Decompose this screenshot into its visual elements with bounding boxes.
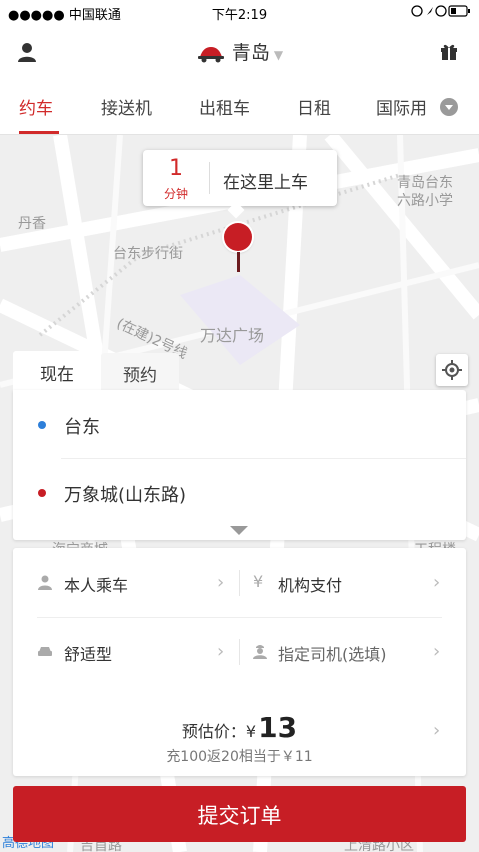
location-pin-stem: [237, 252, 240, 272]
city-name: 青岛: [231, 42, 270, 64]
eta-unit: 分钟: [163, 187, 188, 201]
eta-value: 1: [169, 156, 183, 181]
driver-icon: [253, 645, 267, 659]
tab-reserve[interactable]: 预约: [101, 353, 179, 391]
map-label: 丹香: [18, 216, 46, 232]
locate-me-button[interactable]: [436, 354, 468, 386]
chevron-right-icon: ›: [433, 641, 441, 662]
destination-dot-icon: [38, 489, 46, 497]
passenger-option[interactable]: 本人乘车: [64, 572, 128, 596]
tab-airport[interactable]: 接送机: [101, 94, 152, 119]
tab-daily-rental[interactable]: 日租: [297, 94, 331, 119]
tab-international[interactable]: 国际用: [376, 94, 432, 119]
ride-options-card: 本人乘车 › ¥ 机构支付 › 舒适型 › 指定司机(选填) › 预估价：¥13…: [13, 548, 466, 776]
tab-ride[interactable]: 约车: [19, 94, 53, 119]
map-label: 台东步行街: [113, 246, 183, 262]
map-label: 六路小学: [397, 193, 453, 209]
address-card: 台东 万象城(山东路): [13, 390, 466, 540]
bubble-divider: [209, 162, 210, 194]
gift-icon[interactable]: [439, 41, 459, 61]
tab-now-label: 现在: [40, 365, 74, 385]
crosshair-icon: [442, 360, 462, 380]
promo-text: 充100返20相当于￥11: [166, 749, 313, 765]
price-currency: ¥: [245, 722, 257, 741]
options-divider: [37, 617, 442, 618]
yen-icon: ¥: [253, 572, 264, 591]
payment-option[interactable]: 机构支付: [278, 572, 342, 596]
address-divider: [61, 458, 466, 459]
car-type-option[interactable]: 舒适型: [64, 641, 112, 665]
app-header: 青岛 ▼: [0, 24, 479, 80]
person-icon: [38, 575, 52, 590]
option-divider: [239, 639, 240, 665]
map-label: 万达广场: [200, 326, 265, 345]
more-tabs-icon[interactable]: [440, 98, 458, 116]
status-bar: ●●●●● 中国联通 下午2:19: [0, 0, 479, 24]
submit-label: 提交订单: [197, 804, 282, 828]
tab-reserve-label: 预约: [123, 366, 157, 386]
status-time: 下午2:19: [211, 8, 268, 23]
active-tab-indicator: [19, 131, 59, 134]
battery-icon: [411, 4, 471, 22]
destination-field[interactable]: 万象城(山东路): [64, 481, 186, 507]
city-dropdown-icon: ▼: [273, 48, 284, 62]
price-estimate[interactable]: 预估价：¥13: [13, 711, 466, 744]
chevron-right-icon: ›: [217, 572, 225, 593]
chevron-right-icon: ›: [433, 572, 441, 593]
tab-taxi[interactable]: 出租车: [199, 94, 250, 119]
option-divider: [239, 570, 240, 596]
pickup-here-label: 在这里上车: [223, 173, 308, 193]
city-selector[interactable]: 青岛 ▼: [0, 38, 479, 65]
chevron-right-icon: ›: [433, 720, 441, 741]
price-amount: 13: [258, 711, 298, 744]
car-logo-icon: [197, 46, 224, 62]
price-label: 预估价：: [181, 722, 246, 741]
origin-field[interactable]: 台东: [64, 413, 100, 439]
pickup-eta-bubble[interactable]: 1 分钟 在这里上车: [143, 150, 337, 206]
location-pin-icon: [224, 223, 252, 251]
submit-order-button[interactable]: 提交订单: [13, 786, 466, 842]
collapse-arrow-icon[interactable]: [230, 526, 248, 535]
car-icon: [38, 647, 52, 656]
driver-option[interactable]: 指定司机(选填): [278, 641, 387, 665]
origin-dot-icon: [38, 421, 46, 429]
service-tabs: 约车 接送机 出租车 日租 国际用: [0, 80, 479, 135]
map-label: 青岛台东: [397, 175, 453, 191]
chevron-right-icon: ›: [217, 641, 225, 662]
tab-now[interactable]: 现在: [13, 351, 101, 391]
